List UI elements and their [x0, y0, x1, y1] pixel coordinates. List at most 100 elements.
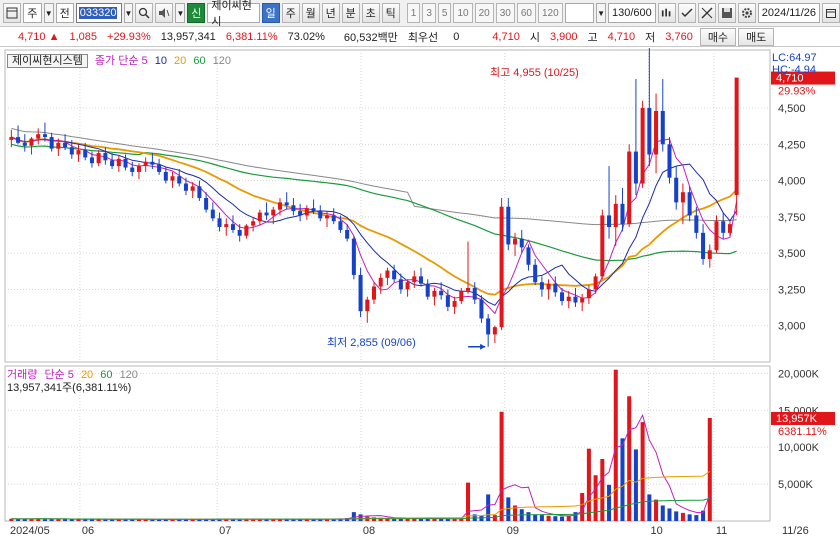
minute-custom-input[interactable]	[564, 3, 595, 23]
volume-bar	[553, 516, 558, 521]
last-volume-label: 13,957K	[776, 413, 818, 425]
sell-button[interactable]: 매도	[738, 27, 775, 46]
candle-body	[89, 157, 94, 164]
date-input[interactable]: 2024/11/26	[757, 3, 820, 23]
candle-body	[714, 221, 719, 251]
candle-body	[22, 142, 27, 146]
candle-body	[674, 177, 679, 203]
candle-body	[150, 161, 155, 165]
candle-body	[566, 296, 571, 302]
candle-body	[560, 292, 565, 302]
volume-bar	[560, 516, 565, 521]
candle-body	[277, 202, 282, 210]
price-y-axis: 4,5004,2504,0003,7503,5003,2503,0004,710…	[771, 71, 835, 333]
price-tick-label: 3,250	[778, 284, 806, 296]
minute-option-20[interactable]: 20	[474, 3, 494, 23]
save-icon[interactable]	[717, 3, 736, 23]
candle-body	[136, 166, 141, 172]
tab-period-day[interactable]: 일	[261, 3, 280, 23]
candle-body	[36, 134, 41, 139]
tab-period-second[interactable]: 초	[361, 3, 380, 23]
settings-icon[interactable]	[737, 3, 756, 23]
candle-body	[69, 147, 74, 155]
candle-body	[553, 283, 558, 293]
new-badge[interactable]: 신	[187, 3, 206, 23]
candle-body	[284, 202, 289, 206]
buy-button[interactable]: 매수	[699, 27, 737, 46]
volume-bar	[674, 511, 679, 521]
candle-body	[9, 137, 14, 140]
best-ask-value: 4,710	[492, 30, 520, 43]
candle-body	[573, 296, 578, 303]
minute-option-1[interactable]: 1	[406, 3, 421, 23]
range-value[interactable]: 130/600	[607, 3, 656, 23]
legend-ma5: 5	[141, 55, 148, 67]
candle-body	[56, 142, 61, 149]
candle-body	[291, 205, 296, 212]
candle-body	[492, 327, 497, 335]
period-dropdown-arrow[interactable]: ▼	[43, 3, 54, 23]
tab-period-tick[interactable]: 틱	[381, 3, 400, 23]
candle-body	[311, 208, 316, 212]
volume-bar	[466, 482, 471, 521]
volume-value-line: 13,957,341주(6,381.11%)	[7, 382, 132, 394]
price-pane[interactable]	[4, 49, 771, 363]
volume-bar	[707, 417, 712, 521]
candle-body	[418, 276, 424, 284]
speaker-dropdown-arrow[interactable]: ▼	[175, 3, 186, 23]
price-legend: 제이씨현시스템 종가 단순 5 10 20 60 120	[7, 52, 231, 68]
check-icon[interactable]	[677, 3, 696, 23]
draw-icon[interactable]	[697, 3, 716, 23]
high-value: 4,710	[607, 30, 636, 43]
price-tick-label: 4,250	[778, 139, 806, 151]
candle-body	[533, 264, 538, 283]
candle-body	[392, 270, 397, 280]
legend-ma10: 10	[154, 55, 167, 67]
volume-bar	[492, 515, 497, 521]
minute-dropdown-arrow[interactable]: ▼	[596, 3, 606, 23]
candle-body	[513, 238, 518, 245]
stock-code-dropdown-arrow[interactable]: ▼	[123, 3, 134, 23]
minute-option-120[interactable]: 120	[537, 3, 563, 23]
candle-body	[734, 77, 739, 196]
tab-period-month[interactable]: 월	[301, 3, 320, 23]
candle-body	[298, 211, 303, 216]
tab-period-minute[interactable]: 분	[341, 3, 360, 23]
candle-body	[539, 282, 544, 290]
candle-body	[331, 215, 336, 222]
stock-code-input[interactable]: 033320	[75, 3, 122, 23]
price-tick-label: 4,000	[778, 176, 806, 188]
candle-body	[224, 224, 229, 228]
minute-option-30[interactable]: 30	[495, 3, 515, 23]
chart-tools-icon[interactable]	[657, 3, 676, 23]
speaker-icon[interactable]	[155, 3, 174, 23]
tab-period-year[interactable]: 년	[321, 3, 340, 23]
low-value: 3,760	[665, 30, 693, 43]
calendar-icon[interactable]	[822, 3, 840, 23]
minute-option-3[interactable]: 3	[422, 3, 436, 23]
candle-body	[486, 318, 491, 335]
candle-body	[721, 221, 726, 233]
volume-bar	[586, 448, 591, 521]
candle-body	[63, 142, 68, 148]
prev-label[interactable]: 전	[55, 3, 74, 23]
candle-body	[506, 206, 511, 245]
magnifier-icon[interactable]	[135, 3, 154, 23]
trade-amount: 60,532백만	[343, 31, 398, 44]
open-label: 시	[529, 31, 540, 44]
candle-body	[116, 158, 121, 167]
minute-option-60[interactable]: 60	[516, 3, 536, 23]
candle-body	[358, 274, 363, 312]
chart-svg[interactable]: 4,5004,2504,0003,7503,5003,2503,0004,710…	[0, 48, 840, 542]
layout-grid-icon[interactable]	[3, 3, 21, 23]
company-name-box[interactable]: 제이씨현시스템	[7, 54, 88, 68]
volume-bar	[687, 514, 692, 521]
minute-option-10[interactable]: 10	[453, 3, 473, 23]
tab-period-week[interactable]: 주	[281, 3, 300, 23]
candle-body	[318, 211, 323, 219]
period-select[interactable]: 주	[23, 3, 42, 23]
chart-area[interactable]: 4,500 4,250 4,000 3,750 3,500 3,250 3,000 4,710…	[0, 48, 840, 542]
candle-body	[546, 283, 551, 290]
minute-option-5[interactable]: 5	[437, 3, 452, 23]
volume-bar	[694, 515, 699, 521]
